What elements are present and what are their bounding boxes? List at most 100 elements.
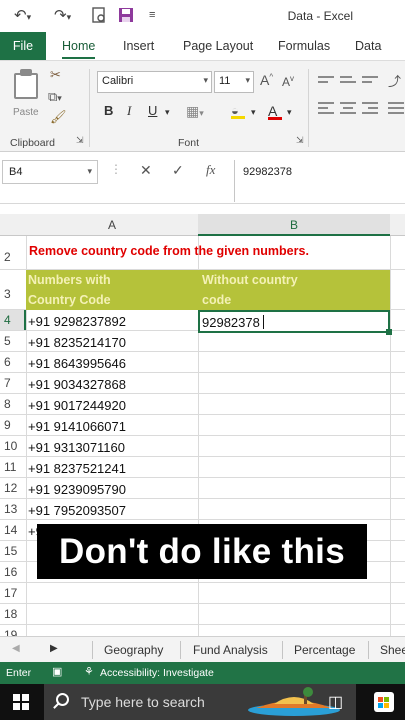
chevron-down-icon[interactable]: ▾ xyxy=(165,107,170,118)
undo-icon[interactable]: ↶▾ xyxy=(14,6,31,24)
borders-icon[interactable]: ▦▾ xyxy=(186,103,204,120)
copy-icon[interactable]: ⧉▾ xyxy=(48,89,62,105)
orientation-icon[interactable]: ⤴ xyxy=(388,71,401,90)
scroll-right-icon[interactable]: ▶ xyxy=(50,643,58,654)
italic-button[interactable]: I xyxy=(127,103,131,119)
number-cell[interactable]: +91 9141066071 xyxy=(28,419,126,434)
font-name-select[interactable]: Calibri ▾ xyxy=(97,71,212,93)
row-header[interactable]: 9 xyxy=(0,415,26,436)
redo-icon[interactable]: ↷▾ xyxy=(54,6,71,24)
formula-input[interactable]: 92982378 xyxy=(234,160,405,202)
ribbon-tabs: File Home Insert Page Layout Formulas Da… xyxy=(0,32,405,60)
column-header-b[interactable]: B xyxy=(198,214,390,236)
search-placeholder: Type here to search xyxy=(81,694,205,710)
row-header[interactable]: 11 xyxy=(0,457,26,478)
enter-check-icon[interactable]: ✓ xyxy=(172,162,184,179)
title-bar: ↶▾ ↷▾ ≡ Data - Excel xyxy=(0,0,405,32)
row-header[interactable]: 13 xyxy=(0,499,26,520)
bold-button[interactable]: B xyxy=(104,103,113,118)
font-size-select[interactable]: 11 ▾ xyxy=(214,71,254,93)
ribbon: Paste ✂ ⧉▾ 🖌 Clipboard ⇲ Calibri ▾ 11 ▾ … xyxy=(0,60,405,152)
row-header[interactable]: 6 xyxy=(0,352,26,373)
increase-font-icon[interactable]: A^ xyxy=(260,72,273,88)
print-preview-icon[interactable] xyxy=(92,7,107,28)
gridline xyxy=(0,519,405,520)
chevron-down-icon: ▾ xyxy=(203,75,208,85)
macro-record-icon[interactable]: ▣ xyxy=(52,665,62,678)
insert-function-icon[interactable]: fx xyxy=(206,162,215,178)
decrease-indent-icon[interactable] xyxy=(388,99,404,117)
row-header[interactable]: 12 xyxy=(0,478,26,499)
header-cell-b[interactable]: Without country code xyxy=(202,270,298,310)
chevron-down-icon[interactable]: ▾ xyxy=(251,107,256,118)
windows-start-icon[interactable] xyxy=(13,694,29,710)
gridline xyxy=(0,456,405,457)
number-cell[interactable]: +91 9298237892 xyxy=(28,314,126,329)
clipboard-launcher-icon[interactable]: ⇲ xyxy=(76,135,84,146)
underline-button[interactable]: U xyxy=(148,103,157,118)
number-cell[interactable]: +91 9017244920 xyxy=(28,398,126,413)
tab-data[interactable]: Data xyxy=(355,39,381,53)
active-cell-b4[interactable]: 92982378 xyxy=(198,310,390,333)
tab-home[interactable]: Home xyxy=(62,39,96,59)
paste-button[interactable]: Paste xyxy=(10,67,42,121)
row-header[interactable]: 15 xyxy=(0,541,26,562)
save-icon[interactable] xyxy=(118,7,134,27)
row-header[interactable]: 17 xyxy=(0,583,26,604)
title-cell[interactable]: Remove country code from the given numbe… xyxy=(29,244,309,258)
fill-color-icon[interactable]: ◒ xyxy=(231,103,245,119)
number-cell[interactable]: +91 8237521241 xyxy=(28,461,126,476)
row-header[interactable]: 4 xyxy=(0,310,26,331)
align-center-icon[interactable] xyxy=(340,99,356,117)
align-middle-icon[interactable] xyxy=(340,73,356,86)
row-header[interactable]: 18 xyxy=(0,604,26,625)
align-left-icon[interactable] xyxy=(318,99,334,117)
scroll-left-icon[interactable]: ◀ xyxy=(12,643,20,654)
font-launcher-icon[interactable]: ⇲ xyxy=(296,135,304,146)
decrease-font-icon[interactable]: Av xyxy=(282,74,294,89)
row-header[interactable]: 8 xyxy=(0,394,26,415)
number-cell[interactable]: +91 9034327868 xyxy=(28,377,126,392)
select-all-corner[interactable] xyxy=(0,214,26,236)
number-cell[interactable]: +91 8643995646 xyxy=(28,356,126,371)
store-icon[interactable] xyxy=(374,692,394,712)
tab-insert[interactable]: Insert xyxy=(123,39,154,53)
sheet-tab-percentage[interactable]: Percentage xyxy=(294,643,355,657)
name-box[interactable]: B4 ▾ xyxy=(2,160,98,184)
number-cell[interactable]: +91 8235214170 xyxy=(28,335,126,350)
chevron-down-icon[interactable]: ▾ xyxy=(287,107,292,118)
row-header[interactable]: 19 xyxy=(0,625,26,636)
sheet-tab-partial[interactable]: Shee xyxy=(380,643,405,657)
tab-page-layout[interactable]: Page Layout xyxy=(183,39,253,53)
customize-quick-access-icon[interactable]: ≡ xyxy=(149,9,155,21)
row-header[interactable]: 2 xyxy=(0,236,26,270)
sheet-tab-geography[interactable]: Geography xyxy=(104,643,163,657)
number-cell[interactable]: +91 9239095790 xyxy=(28,482,126,497)
align-right-icon[interactable] xyxy=(362,99,378,117)
cancel-icon[interactable]: ✕ xyxy=(140,162,152,179)
cut-icon[interactable]: ✂ xyxy=(50,67,61,83)
align-bottom-icon[interactable] xyxy=(362,73,378,86)
accessibility-status[interactable]: Accessibility: Investigate xyxy=(100,667,214,679)
task-view-icon[interactable]: ◫ xyxy=(328,692,343,712)
column-header-a[interactable]: A xyxy=(26,214,198,236)
font-color-icon[interactable]: A xyxy=(268,103,282,120)
fill-handle[interactable] xyxy=(386,329,392,335)
tab-formulas[interactable]: Formulas xyxy=(278,39,330,53)
row-header[interactable]: 16 xyxy=(0,562,26,583)
sheet-tab-fund-analysis[interactable]: Fund Analysis xyxy=(193,643,268,657)
accessibility-icon[interactable]: ⚘ xyxy=(84,665,94,678)
number-cell[interactable]: +91 9313071160 xyxy=(28,440,125,455)
header-cell-a[interactable]: Numbers with Country Code xyxy=(28,270,111,310)
row-header[interactable]: 7 xyxy=(0,373,26,394)
taskbar-search[interactable]: Type here to search xyxy=(44,684,356,720)
tab-file[interactable]: File xyxy=(0,32,46,60)
number-cell[interactable]: +91 7952093507 xyxy=(28,503,126,518)
align-top-icon[interactable] xyxy=(318,73,334,86)
status-bar: Enter ▣ ⚘ Accessibility: Investigate xyxy=(0,662,405,684)
row-header[interactable]: 5 xyxy=(0,331,26,352)
row-header[interactable]: 3 xyxy=(0,270,26,310)
row-header[interactable]: 14 xyxy=(0,520,26,541)
row-header[interactable]: 10 xyxy=(0,436,26,457)
format-painter-icon[interactable]: 🖌 xyxy=(50,109,67,125)
